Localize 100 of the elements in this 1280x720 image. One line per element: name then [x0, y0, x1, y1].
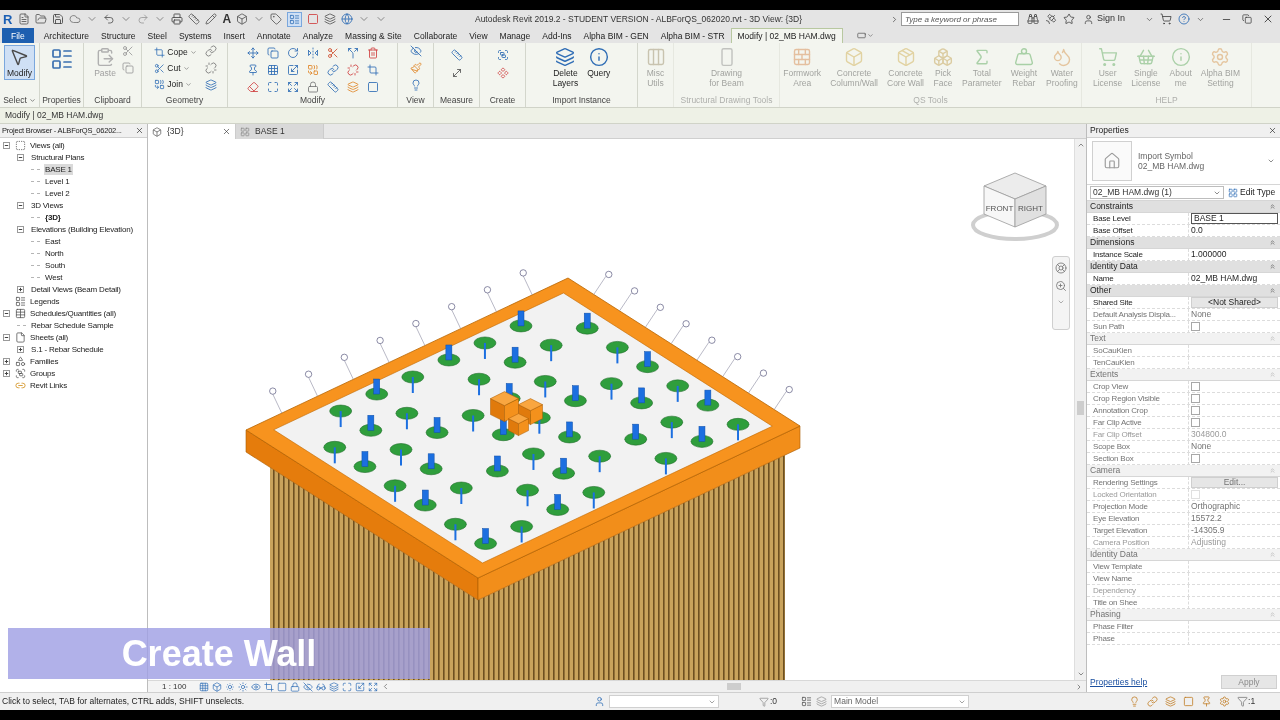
scroll-down-icon[interactable]	[1076, 670, 1085, 678]
square-icon[interactable]	[307, 13, 320, 25]
combine-icon[interactable]	[306, 64, 319, 76]
eye-icon[interactable]	[251, 681, 262, 692]
tree-item[interactable]: Sheets (all)	[29, 331, 70, 343]
lightbulb-icon[interactable]	[409, 79, 422, 91]
property-section[interactable]: Identity Data	[1087, 549, 1280, 561]
app-logo[interactable]: R	[3, 12, 13, 26]
design-option-dropdown[interactable]: Main Model	[831, 695, 970, 708]
eye-off-icon[interactable]	[409, 45, 422, 57]
tree-item[interactable]: 3D Views	[30, 199, 65, 211]
layers-icon[interactable]	[1165, 696, 1177, 707]
lightbulb-icon[interactable]	[1129, 696, 1141, 707]
collapse-icon[interactable]	[3, 141, 10, 149]
redo-icon[interactable]	[137, 13, 150, 25]
list-icon[interactable]	[49, 47, 74, 71]
edit-type-button[interactable]: Edit Type	[1228, 186, 1276, 199]
star-icon[interactable]	[1062, 13, 1075, 25]
collapse-icon[interactable]	[17, 201, 24, 209]
checkbox[interactable]	[1191, 322, 1200, 331]
satellite-icon[interactable]	[1044, 13, 1057, 25]
ribbon-tool-button[interactable]: Join	[152, 77, 199, 91]
tree-item[interactable]: S.1 - Rebar Schedule	[30, 343, 105, 355]
group-icon[interactable]	[496, 49, 509, 61]
globe-icon[interactable]	[341, 13, 354, 25]
folder-icon[interactable]	[35, 13, 48, 25]
zoom-icon[interactable]	[1055, 280, 1067, 292]
cube-icon[interactable]	[212, 681, 223, 692]
property-section[interactable]: Dimensions	[1087, 237, 1280, 249]
tree-item[interactable]: Rebar Schedule Sample	[30, 319, 115, 331]
lock-icon[interactable]	[306, 81, 319, 93]
ribbon-tool-button[interactable]: Query	[584, 45, 614, 80]
collapse-icon[interactable]	[3, 333, 10, 341]
collapse-icon[interactable]	[17, 225, 24, 233]
tree-item[interactable]: BASE 1	[44, 163, 73, 175]
close-icon[interactable]	[1262, 13, 1274, 25]
tree-item[interactable]: Families	[29, 355, 60, 367]
property-section[interactable]: Extents	[1087, 369, 1280, 381]
sign-in-button[interactable]: Sign In	[1082, 12, 1125, 26]
type-selector[interactable]: Import Symbol 02_MB HAM.dwg	[1087, 138, 1280, 185]
eraser-icon[interactable]	[246, 81, 259, 93]
square-icon[interactable]	[277, 681, 288, 692]
ribbon-tool-button[interactable]: Cut	[152, 61, 199, 75]
scale-icon[interactable]	[355, 681, 366, 692]
close-icon[interactable]	[1268, 126, 1277, 135]
tree-item[interactable]: Views (all)	[29, 139, 66, 151]
instance-dropdown[interactable]: 02_MB HAM.dwg (1)	[1090, 186, 1224, 199]
cube-icon[interactable]	[236, 13, 249, 25]
expand-icon[interactable]	[3, 369, 10, 377]
collapse-icon[interactable]	[3, 309, 10, 317]
text-tool-button[interactable]: A	[222, 13, 232, 25]
wheel-icon[interactable]	[1055, 262, 1067, 274]
list-icon[interactable]	[801, 696, 813, 707]
ribbon-tool-button[interactable]: Modify	[3, 45, 35, 80]
checkbox[interactable]	[1191, 382, 1200, 391]
checkbox[interactable]	[1191, 394, 1200, 403]
vertical-scrollbar[interactable]	[1074, 139, 1086, 680]
document-icon[interactable]	[18, 13, 31, 25]
layers-icon[interactable]	[329, 681, 340, 692]
property-section[interactable]: Camera	[1087, 465, 1280, 477]
value-field[interactable]: BASE 1	[1191, 213, 1278, 224]
layers-icon[interactable]	[346, 81, 359, 93]
search-field[interactable]: Type a keyword or phrase	[900, 12, 1019, 26]
pin-icon[interactable]	[1201, 696, 1213, 707]
crop-icon[interactable]	[366, 64, 379, 76]
save-icon[interactable]	[52, 13, 65, 25]
ribbon-tab[interactable]: View	[463, 28, 494, 43]
tree-item[interactable]: South	[44, 259, 66, 271]
scroll-right-icon[interactable]	[1075, 682, 1083, 691]
undo-icon[interactable]	[103, 13, 116, 25]
cart-icon[interactable]	[1160, 13, 1172, 25]
glasses-icon[interactable]	[316, 681, 327, 692]
ribbon-tab[interactable]: Alpha BIM - GEN	[577, 28, 655, 43]
filter-icon[interactable]	[759, 696, 769, 707]
caret-icon[interactable]	[28, 97, 36, 104]
ribbon-tab[interactable]: Systems	[172, 28, 218, 43]
rectangle-icon[interactable]	[856, 31, 866, 40]
tree-item[interactable]: East	[44, 235, 62, 247]
link-icon[interactable]	[204, 45, 217, 57]
ribbon-tab[interactable]: Architecture	[37, 28, 96, 43]
property-section[interactable]: Constraints	[1087, 201, 1280, 213]
scroll-thumb[interactable]	[727, 683, 741, 690]
tree-item[interactable]: Groups	[29, 367, 57, 379]
pencil-icon[interactable]	[205, 13, 218, 25]
workset-dropdown[interactable]	[609, 695, 719, 708]
rotate-icon[interactable]	[286, 47, 299, 59]
sun-icon[interactable]	[225, 681, 236, 692]
mirror-icon[interactable]	[306, 47, 319, 59]
ribbon-tab[interactable]: Analyze	[296, 28, 340, 43]
ribbon-tab[interactable]: Structure	[95, 28, 142, 43]
copy-icon[interactable]	[266, 47, 279, 59]
print-icon[interactable]	[171, 13, 184, 25]
property-button[interactable]: Edit...	[1191, 477, 1278, 488]
ribbon-tab[interactable]: Add-Ins	[536, 28, 578, 43]
ribbon-tab[interactable]: Steel	[141, 28, 173, 43]
pin-icon[interactable]	[246, 64, 259, 76]
collapse-icon[interactable]	[17, 153, 24, 161]
split-icon[interactable]	[346, 47, 359, 59]
component-icon[interactable]	[496, 67, 509, 79]
crop-icon[interactable]	[264, 681, 275, 692]
